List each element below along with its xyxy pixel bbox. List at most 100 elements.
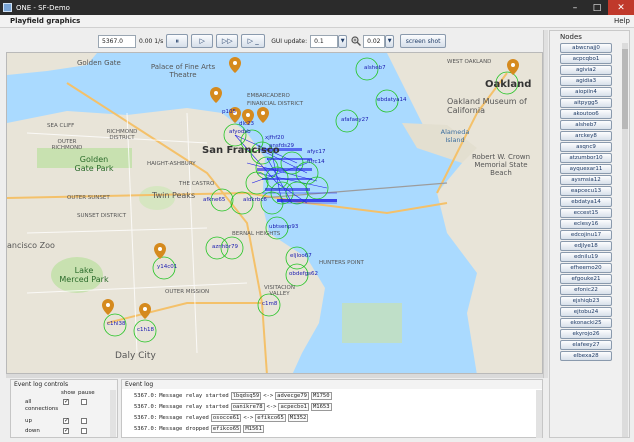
gui-update-dropdown[interactable]: ▼ bbox=[338, 34, 348, 48]
node-button[interactable]: aiopiln4 bbox=[560, 87, 612, 97]
map-node-label[interactable]: dlc23 bbox=[239, 121, 254, 127]
window-title: ONE - SF-Demo bbox=[16, 3, 70, 12]
node-button[interactable]: alsheb7 bbox=[560, 120, 612, 130]
node-button[interactable]: acpcqbo1 bbox=[560, 54, 612, 64]
node-button[interactable]: agivia2 bbox=[560, 65, 612, 75]
node-button[interactable]: efheemo20 bbox=[560, 263, 612, 273]
log-message-link[interactable]: M1750 bbox=[310, 391, 332, 400]
map-node-label[interactable]: afyc17 bbox=[307, 149, 326, 155]
pause-button[interactable]: ⏸ bbox=[166, 34, 189, 48]
node-button[interactable]: ekyrojo26 bbox=[560, 329, 612, 339]
node-button[interactable]: abwcnajj0 bbox=[560, 43, 612, 53]
pause-up-checkbox[interactable] bbox=[81, 418, 87, 424]
node-button[interactable]: asqnc9 bbox=[560, 142, 612, 152]
map-node-label[interactable]: fifrc14 bbox=[307, 159, 325, 165]
zoom-input[interactable]: 0.02 bbox=[363, 34, 386, 48]
map-node-label[interactable]: afkne65 bbox=[203, 197, 225, 203]
node-button[interactable]: atzumbor10 bbox=[560, 153, 612, 163]
close-button[interactable]: ✕ bbox=[608, 0, 634, 15]
run-until-button[interactable]: ▷ _ bbox=[241, 34, 266, 48]
map-place: Robert W. Crown Memorial State Beach bbox=[471, 153, 531, 177]
log-message-link[interactable]: M1561 bbox=[243, 424, 264, 433]
node-button[interactable]: efonic22 bbox=[560, 285, 612, 295]
log-message-link[interactable]: M1653 bbox=[310, 402, 332, 411]
node-button[interactable]: akoutoo6 bbox=[560, 109, 612, 119]
node-button[interactable]: eccest15 bbox=[560, 208, 612, 218]
log-message-link[interactable]: M1352 bbox=[287, 413, 309, 422]
minimize-button[interactable]: – bbox=[564, 0, 586, 15]
step-button[interactable]: ▷ bbox=[191, 34, 214, 48]
log-node-link[interactable]: osocce61 bbox=[210, 413, 242, 422]
map-node-label[interactable]: p105 bbox=[222, 109, 236, 115]
map-node-label[interactable]: y14c01 bbox=[157, 264, 177, 270]
sim-speed: 0.00 1/s bbox=[139, 37, 164, 45]
map-place: HUNTERS POINT bbox=[319, 260, 364, 266]
map-node-label[interactable]: ubtsenp93 bbox=[269, 224, 298, 230]
node-button[interactable]: ejtobu24 bbox=[560, 307, 612, 317]
event-controls-scrollbar[interactable] bbox=[110, 390, 116, 437]
node-button[interactable]: edcojinu17 bbox=[560, 230, 612, 240]
panel-splitter[interactable] bbox=[6, 374, 543, 378]
node-button[interactable]: ednilu19 bbox=[560, 252, 612, 262]
map-node-label[interactable]: c1hl38 bbox=[107, 321, 126, 327]
log-node-link[interactable]: lbqdsq59 bbox=[230, 391, 262, 400]
log-node-link[interactable]: acpecbo1 bbox=[278, 402, 309, 411]
map-node-label[interactable]: obdefgs62 bbox=[289, 271, 318, 277]
nodes-scrollbar-thumb[interactable] bbox=[622, 49, 628, 129]
app-icon bbox=[3, 3, 12, 12]
maximize-button[interactable]: □ bbox=[586, 0, 608, 15]
map-node-label[interactable]: aldkrbc6 bbox=[243, 197, 267, 203]
map-place: OUTER RICHMOND bbox=[51, 139, 83, 151]
map-node-label[interactable]: xjfhf20 bbox=[265, 135, 284, 141]
log-node-link[interactable]: oanikre78 bbox=[230, 402, 265, 411]
map-node-label[interactable]: aznhbr79 bbox=[212, 244, 238, 250]
node-button[interactable]: arckey8 bbox=[560, 131, 612, 141]
node-button[interactable]: agidia3 bbox=[560, 76, 612, 86]
map-place: SUNSET DISTRICT bbox=[77, 213, 127, 219]
screenshot-button[interactable]: screen shot bbox=[400, 34, 447, 48]
node-button[interactable]: edjlye18 bbox=[560, 241, 612, 251]
log-node-link[interactable]: efikco65 bbox=[255, 413, 286, 422]
node-button[interactable]: ekonacki25 bbox=[560, 318, 612, 328]
zoom-dropdown[interactable]: ▼ bbox=[385, 34, 395, 48]
map-node-label[interactable]: alsheb7 bbox=[364, 65, 386, 71]
node-button[interactable]: eapcecu13 bbox=[560, 186, 612, 196]
show-up-checkbox[interactable] bbox=[63, 417, 69, 424]
pause-all-connections-checkbox[interactable] bbox=[81, 399, 87, 405]
playfield-scrollbar[interactable] bbox=[543, 30, 548, 378]
node-button[interactable]: aysmsia12 bbox=[560, 175, 612, 185]
log-node-link[interactable]: efikco65 bbox=[210, 424, 242, 433]
help-menu[interactable]: Help bbox=[614, 17, 630, 25]
node-button[interactable]: aitpygg5 bbox=[560, 98, 612, 108]
nodes-scrollbar[interactable] bbox=[622, 43, 628, 437]
node-button[interactable]: elbexa28 bbox=[560, 351, 612, 361]
map-place: WEST OAKLAND bbox=[447, 59, 492, 65]
map-place: Lake Merced Park bbox=[59, 266, 109, 284]
map-node-label[interactable]: ebdatya14 bbox=[377, 97, 407, 103]
node-button[interactable]: efgouke21 bbox=[560, 274, 612, 284]
map-node-label[interactable]: afyodsb bbox=[229, 129, 251, 135]
node-button[interactable]: ayquexar11 bbox=[560, 164, 612, 174]
event-log-scrollbar[interactable] bbox=[536, 390, 542, 438]
magnifier-icon bbox=[351, 36, 362, 46]
fast-forward-button[interactable]: ▷▷ bbox=[216, 34, 239, 48]
log-line: 5367.0: Message dropped efikco65 M1561 bbox=[134, 424, 264, 433]
map-node-label[interactable]: c1h18 bbox=[137, 327, 154, 333]
map-place: Oakland bbox=[485, 79, 532, 90]
show-down-checkbox[interactable] bbox=[63, 427, 69, 434]
playfield-map[interactable]: Golden Gate Palace of Fine Arts Theatre … bbox=[6, 52, 543, 374]
gui-update-select[interactable]: 0.1 bbox=[310, 34, 339, 48]
node-button[interactable]: elafeey27 bbox=[560, 340, 612, 350]
pause-down-checkbox[interactable] bbox=[81, 428, 87, 434]
log-node-link[interactable]: advecge79 bbox=[275, 391, 309, 400]
node-button[interactable]: ebdatya14 bbox=[560, 197, 612, 207]
map-node-label[interactable]: afafaey27 bbox=[341, 117, 369, 123]
map-place: SEA CLIFF bbox=[47, 123, 75, 129]
map-node-label[interactable]: ansfds29 bbox=[269, 143, 294, 149]
map-node-label[interactable]: c1m8 bbox=[262, 301, 277, 307]
node-button[interactable]: ejshiqb23 bbox=[560, 296, 612, 306]
map-node-label[interactable]: eljloo67 bbox=[290, 253, 312, 259]
show-all-connections-checkbox[interactable] bbox=[63, 398, 69, 405]
map-place: OUTER SUNSET bbox=[67, 195, 110, 201]
node-button[interactable]: eclesy16 bbox=[560, 219, 612, 229]
